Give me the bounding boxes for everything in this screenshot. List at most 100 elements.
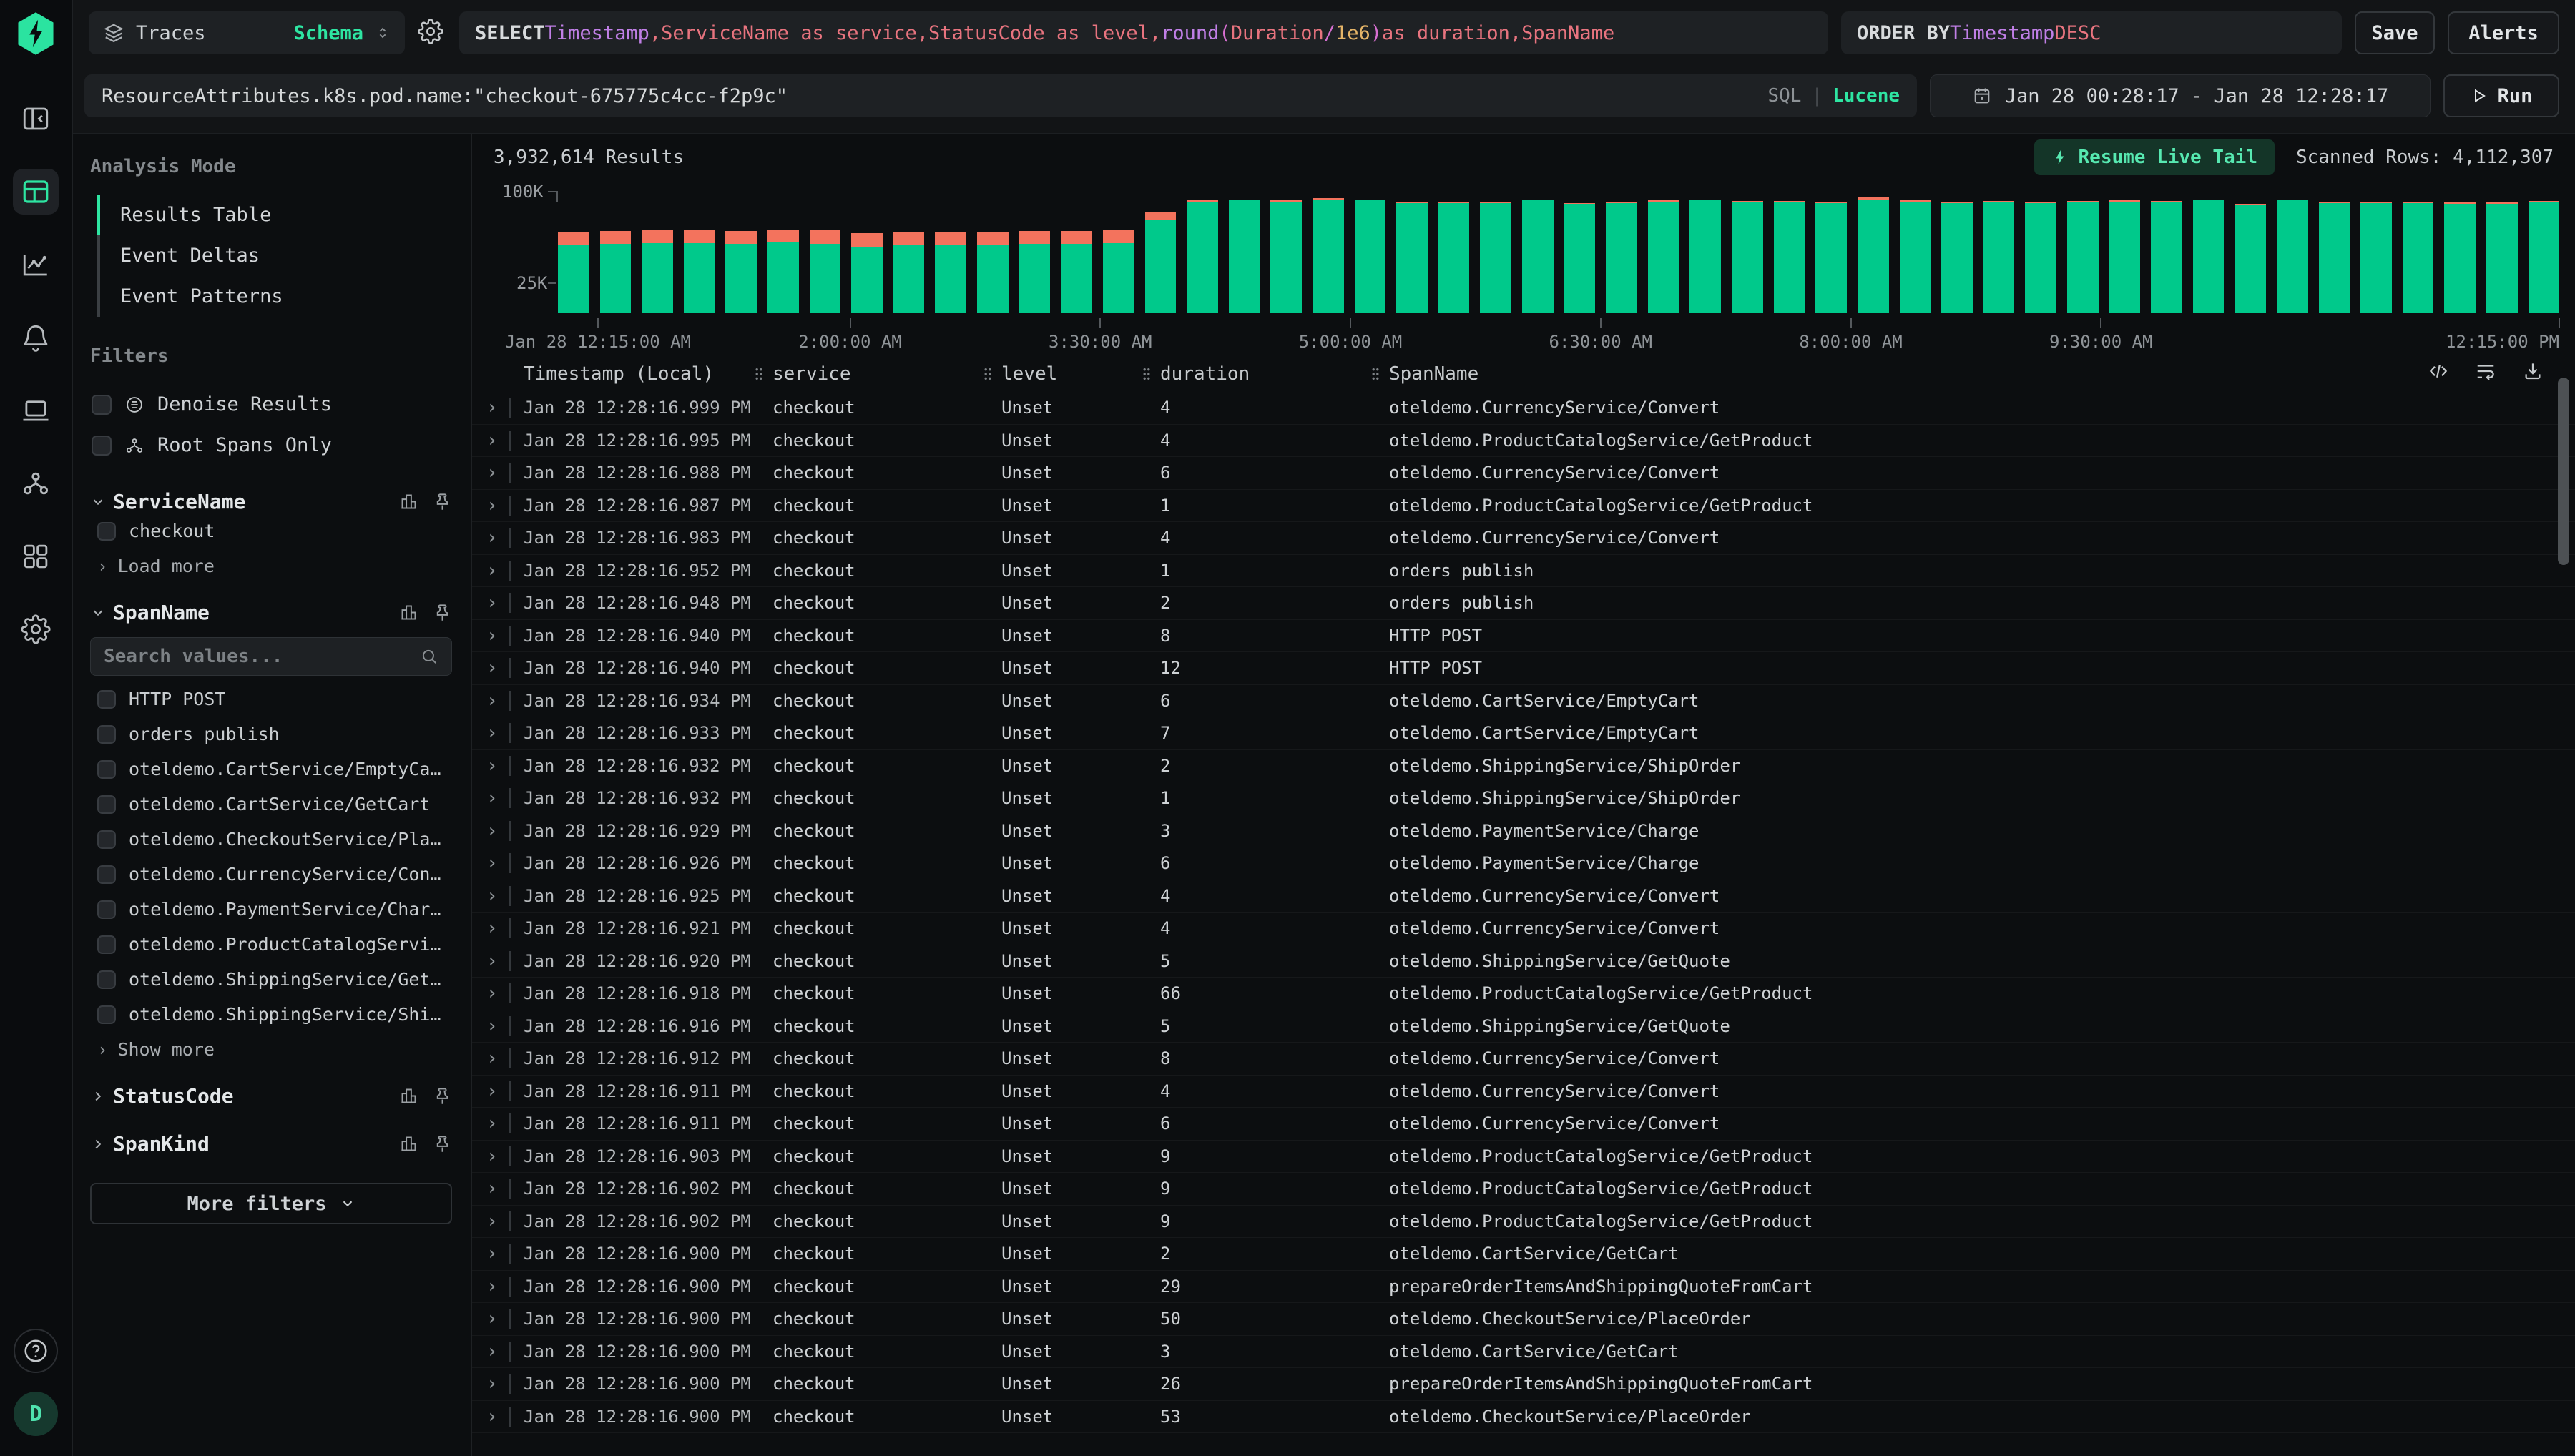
search-results-table-icon[interactable] <box>13 169 59 215</box>
table-row[interactable]: ›Jan 28 12:28:16.900 PMcheckoutUnset53ot… <box>472 1401 2575 1434</box>
checkbox[interactable] <box>97 865 116 884</box>
expand-row-chevron[interactable]: › <box>486 496 498 515</box>
histogram-bar[interactable] <box>2319 186 2350 313</box>
expand-row-chevron[interactable]: › <box>486 952 498 970</box>
expand-row-chevron[interactable]: › <box>486 1082 498 1101</box>
spanname-value[interactable]: oteldemo.CartService/EmptyCa… <box>90 752 452 787</box>
drag-handle-icon[interactable] <box>1142 367 1152 381</box>
expand-row-chevron[interactable]: › <box>486 1212 498 1231</box>
denoise-checkbox[interactable] <box>92 395 112 415</box>
spanname-search-input[interactable] <box>104 646 411 667</box>
histogram-bar[interactable] <box>1689 186 1721 313</box>
drag-handle-icon[interactable] <box>1370 367 1380 381</box>
histogram-bar[interactable] <box>684 186 715 313</box>
expand-row-chevron[interactable]: › <box>486 919 498 938</box>
alerts-bell-icon[interactable] <box>13 315 59 360</box>
histogram-bar[interactable] <box>1732 186 1763 313</box>
spanname-value[interactable]: oteldemo.ShippingService/Shi… <box>90 997 452 1032</box>
wrap-lines-icon[interactable] <box>2475 360 2496 382</box>
table-row[interactable]: ›Jan 28 12:28:16.929 PMcheckoutUnset3ote… <box>472 815 2575 848</box>
mode-event-deltas[interactable]: Event Deltas <box>100 235 452 276</box>
table-row[interactable]: ›Jan 28 12:28:16.940 PMcheckoutUnset8HTT… <box>472 620 2575 653</box>
histogram-icon[interactable] <box>399 492 418 511</box>
histogram-bar[interactable] <box>1355 186 1386 313</box>
histogram-bar[interactable] <box>2486 186 2518 313</box>
histogram-bar[interactable] <box>2193 186 2225 313</box>
dashboards-icon[interactable] <box>13 533 59 579</box>
histogram-bar[interactable] <box>1606 186 1637 313</box>
checkbox[interactable] <box>97 970 116 989</box>
resume-live-tail-button[interactable]: Resume Live Tail <box>2034 139 2275 175</box>
denoise-results-toggle[interactable]: Denoise Results <box>90 384 452 425</box>
expand-row-chevron[interactable]: › <box>486 692 498 710</box>
expand-row-chevron[interactable]: › <box>486 1017 498 1036</box>
histogram-bar[interactable] <box>1396 186 1428 313</box>
checkbox[interactable] <box>97 900 116 919</box>
table-row[interactable]: ›Jan 28 12:28:16.920 PMcheckoutUnset5ote… <box>472 945 2575 978</box>
spanname-value[interactable]: oteldemo.PaymentService/Char… <box>90 892 452 927</box>
checkbox[interactable] <box>97 935 116 954</box>
run-button[interactable]: Run <box>2443 74 2559 117</box>
histogram-bar[interactable] <box>2360 186 2392 313</box>
expand-row-chevron[interactable]: › <box>486 1309 498 1328</box>
spanname-value[interactable]: oteldemo.CartService/GetCart <box>90 787 452 822</box>
col-level[interactable]: level <box>983 363 1142 385</box>
code-icon[interactable] <box>2428 360 2449 382</box>
expand-row-chevron[interactable]: › <box>486 984 498 1003</box>
histogram-bar[interactable] <box>1983 186 2015 313</box>
expand-row-chevron[interactable]: › <box>486 659 498 677</box>
vertical-scrollbar[interactable] <box>2558 378 2569 565</box>
histogram-bar[interactable] <box>2444 186 2476 313</box>
spanname-value[interactable]: oteldemo.CheckoutService/Pla… <box>90 822 452 857</box>
expand-row-chevron[interactable]: › <box>486 854 498 872</box>
user-avatar[interactable]: D <box>14 1392 58 1436</box>
table-row[interactable]: ›Jan 28 12:28:16.999 PMcheckoutUnset4ote… <box>472 392 2575 425</box>
histogram-bar[interactable] <box>1480 186 1511 313</box>
table-row[interactable]: ›Jan 28 12:28:16.940 PMcheckoutUnset12HT… <box>472 652 2575 685</box>
spanname-value[interactable]: oteldemo.ShippingService/Get… <box>90 962 452 997</box>
histogram-bar[interactable] <box>977 186 1009 313</box>
table-row[interactable]: ›Jan 28 12:28:16.916 PMcheckoutUnset5ote… <box>472 1010 2575 1043</box>
date-range-picker[interactable]: Jan 28 00:28:17 - Jan 28 12:28:17 <box>1930 74 2431 117</box>
search-query-input[interactable]: ResourceAttributes.k8s.pod.name:"checkou… <box>84 74 1917 117</box>
col-duration[interactable]: duration <box>1142 363 1370 385</box>
expand-row-chevron[interactable]: › <box>486 822 498 840</box>
histogram-bar[interactable] <box>1103 186 1134 313</box>
histogram-bar[interactable] <box>1774 186 1805 313</box>
source-settings-gear-icon[interactable] <box>418 19 446 47</box>
table-row[interactable]: ›Jan 28 12:28:16.911 PMcheckoutUnset4ote… <box>472 1076 2575 1108</box>
checkbox[interactable] <box>97 795 116 814</box>
table-row[interactable]: ›Jan 28 12:28:16.912 PMcheckoutUnset8ote… <box>472 1043 2575 1076</box>
spanname-value[interactable]: oteldemo.CurrencyService/Con… <box>90 857 452 892</box>
histogram-bar[interactable] <box>767 186 799 313</box>
expand-row-chevron[interactable]: › <box>486 398 498 417</box>
group-spanname[interactable]: SpanName <box>90 601 452 624</box>
expand-row-chevron[interactable]: › <box>486 561 498 580</box>
checkbox[interactable] <box>97 522 116 541</box>
group-servicename[interactable]: ServiceName <box>90 490 452 513</box>
table-row[interactable]: ›Jan 28 12:28:16.926 PMcheckoutUnset6ote… <box>472 847 2575 880</box>
histogram-bar[interactable] <box>2067 186 2099 313</box>
help-icon[interactable] <box>14 1329 58 1373</box>
histogram-bar[interactable] <box>1187 186 1218 313</box>
expand-row-chevron[interactable]: › <box>486 757 498 775</box>
table-row[interactable]: ›Jan 28 12:28:16.932 PMcheckoutUnset2ote… <box>472 750 2575 783</box>
spanname-value[interactable]: orders publish <box>90 717 452 752</box>
histogram-bar[interactable] <box>1648 186 1679 313</box>
client-sessions-icon[interactable] <box>13 388 59 433</box>
histogram-icon[interactable] <box>399 1134 418 1154</box>
table-row[interactable]: ›Jan 28 12:28:16.921 PMcheckoutUnset4ote… <box>472 913 2575 945</box>
histogram-bar[interactable] <box>1019 186 1051 313</box>
histogram-bar[interactable] <box>2403 186 2434 313</box>
table-row[interactable]: ›Jan 28 12:28:16.987 PMcheckoutUnset1ote… <box>472 490 2575 523</box>
histogram-bar[interactable] <box>1061 186 1092 313</box>
expand-row-chevron[interactable]: › <box>486 1114 498 1133</box>
col-spanname[interactable]: SpanName <box>1370 363 2432 385</box>
table-row[interactable]: ›Jan 28 12:28:16.900 PMcheckoutUnset2ote… <box>472 1238 2575 1271</box>
histogram-bar[interactable] <box>1229 186 1260 313</box>
histogram-bar[interactable] <box>2235 186 2266 313</box>
drag-handle-icon[interactable] <box>754 367 764 381</box>
histogram-bar[interactable] <box>1270 186 1302 313</box>
checkbox[interactable] <box>97 690 116 709</box>
checkbox[interactable] <box>97 1005 116 1024</box>
